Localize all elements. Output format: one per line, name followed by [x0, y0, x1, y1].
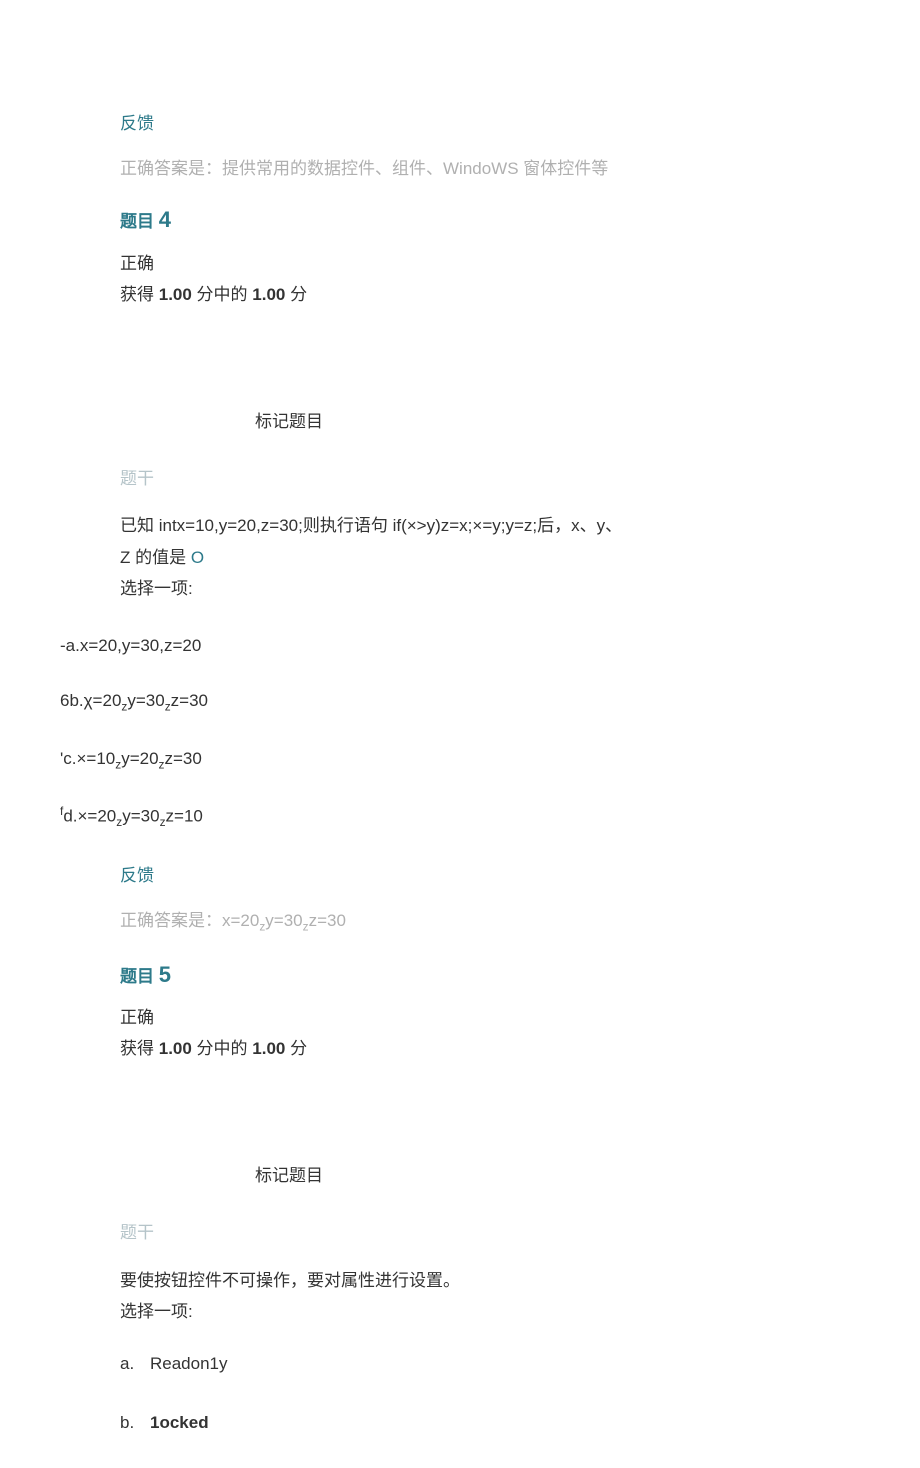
- q4-score-mid: 分中的: [192, 285, 252, 304]
- q4-opt-d-end: z=10: [166, 807, 203, 826]
- q5-opt-b-text: 1ocked: [150, 1413, 209, 1432]
- q5-select-one: 选择一项:: [120, 1298, 860, 1325]
- q5-score-suffix: 分: [285, 1039, 307, 1058]
- q4-ans-pre: x=20: [222, 911, 259, 930]
- question-4-title: 题目 4: [120, 202, 860, 237]
- q4-correct-prefix: 正确答案是：: [120, 911, 222, 930]
- feedback-heading: 反馈: [120, 110, 860, 137]
- q5-number: 5: [159, 962, 171, 987]
- q5-title-prefix: 题目: [120, 967, 159, 986]
- q5-option-b[interactable]: b.1ocked: [120, 1409, 860, 1436]
- q4-opt-b-pre: 6b.χ=20: [60, 691, 121, 710]
- q4-number: 4: [159, 207, 171, 232]
- q4-select-one: 选择一项:: [120, 575, 860, 602]
- q4-option-a[interactable]: -a.x=20,y=30,z=20: [60, 632, 860, 659]
- q4-score1: 1.00: [159, 285, 192, 304]
- q5-stem-label: 题干: [120, 1219, 860, 1246]
- q4-choices: -a.x=20,y=30,z=20 6b.χ=20zy=30zz=30 'c.×…: [60, 632, 860, 832]
- q4-option-d[interactable]: fd.×=20zy=30zz=10: [60, 802, 860, 832]
- q5-choices: a.Readon1y b.1ocked: [120, 1350, 860, 1436]
- q4-opt-c-mid1: y=20: [121, 749, 158, 768]
- q4-stem-line2: Z 的值是 O: [120, 544, 860, 571]
- q5-score1: 1.00: [159, 1039, 192, 1058]
- q4-stem-line2a: Z 的值是: [120, 548, 191, 567]
- q5-score-mid: 分中的: [192, 1039, 252, 1058]
- q4-correct-answer: 正确答案是：x=20zy=30zz=30: [120, 907, 860, 936]
- q4-option-c[interactable]: 'c.×=10zy=20zz=30: [60, 745, 860, 774]
- q5-score-prefix: 获得: [120, 1039, 159, 1058]
- q5-mark-question[interactable]: 标记题目: [120, 1162, 860, 1189]
- q4-mark-question[interactable]: 标记题目: [120, 408, 860, 435]
- q4-status: 正确: [120, 250, 860, 277]
- q4-opt-b-end: z=30: [171, 691, 208, 710]
- q4-score2: 1.00: [252, 285, 285, 304]
- q4-stem-line1: 已知 intx=10,y=20,z=30;则执行语句 if(×>y)z=x;×=…: [120, 512, 860, 539]
- q4-option-b[interactable]: 6b.χ=20zy=30zz=30: [60, 687, 860, 716]
- q5-stem-line1: 要使按钮控件不可操作，要对属性进行设置。: [120, 1267, 860, 1294]
- q4-ans-end: z=30: [309, 911, 346, 930]
- q4-stem-line2b: O: [191, 548, 204, 567]
- q4-opt-c-end: z=30: [164, 749, 201, 768]
- q5-status: 正确: [120, 1004, 860, 1031]
- q5-score: 获得 1.00 分中的 1.00 分: [120, 1035, 860, 1062]
- q4-ans-mid1: y=30: [265, 911, 302, 930]
- q5-option-a[interactable]: a.Readon1y: [120, 1350, 860, 1377]
- q4-title-prefix: 题目: [120, 212, 159, 231]
- q4-opt-b-mid1: y=30: [127, 691, 164, 710]
- q4-opt-c-pre: 'c.×=10: [60, 749, 115, 768]
- question-5-title: 题目 5: [120, 957, 860, 992]
- q4-feedback-heading: 反馈: [120, 862, 860, 889]
- q4-opt-d-pre: d.×=20: [63, 807, 116, 826]
- q5-opt-a-text: Readon1y: [150, 1354, 228, 1373]
- q4-score-prefix: 获得: [120, 285, 159, 304]
- q3-correct-answer: 正确答案是：提供常用的数据控件、组件、WindoWS 窗体控件等: [120, 155, 860, 182]
- q5-score2: 1.00: [252, 1039, 285, 1058]
- correct-prefix: 正确答案是：: [120, 159, 222, 178]
- q4-score-suffix: 分: [285, 285, 307, 304]
- q4-stem-label: 题干: [120, 465, 860, 492]
- q5-opt-a-label: a.: [120, 1350, 150, 1377]
- q5-opt-b-label: b.: [120, 1409, 150, 1436]
- q3-answer-text: 提供常用的数据控件、组件、WindoWS 窗体控件等: [222, 159, 608, 178]
- q4-opt-d-mid1: y=30: [122, 807, 159, 826]
- q4-score: 获得 1.00 分中的 1.00 分: [120, 281, 860, 308]
